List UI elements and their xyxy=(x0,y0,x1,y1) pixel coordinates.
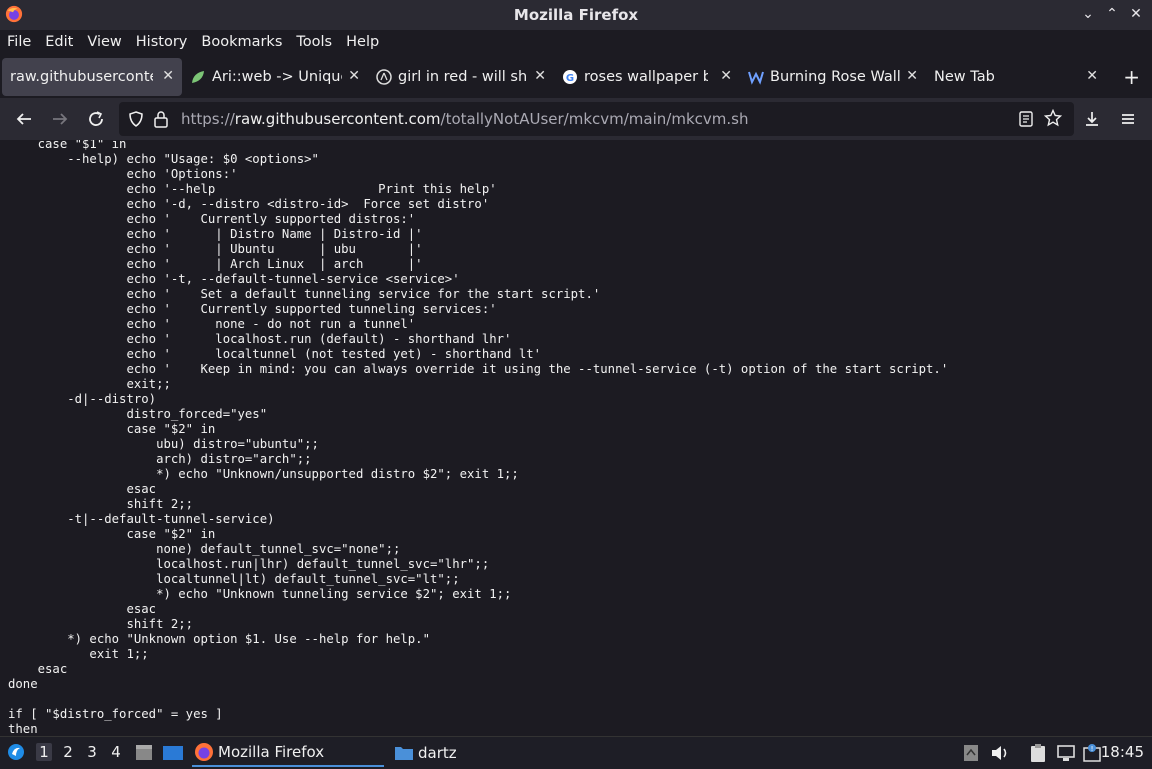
close-icon[interactable]: ✕ xyxy=(1128,5,1144,23)
tab-new-tab[interactable]: New Tab ✕ xyxy=(926,58,1106,96)
close-tab-icon[interactable]: ✕ xyxy=(1086,68,1098,84)
hamburger-menu-icon[interactable] xyxy=(1118,109,1138,129)
maximize-icon[interactable]: ⌃ xyxy=(1104,5,1120,23)
tab-burning-rose[interactable]: Burning Rose Wallp ✕ xyxy=(740,58,926,96)
tab-label: New Tab xyxy=(934,69,995,85)
leaf-favicon-icon xyxy=(192,71,204,83)
shield-icon[interactable] xyxy=(127,110,145,132)
close-tab-icon[interactable]: ✕ xyxy=(720,68,732,84)
wallpaper-favicon-icon xyxy=(748,71,764,85)
menu-file[interactable]: File xyxy=(0,34,38,50)
tab-label: Burning Rose Wallp xyxy=(770,69,900,85)
workspace-2[interactable]: 2 xyxy=(60,743,76,761)
circle-favicon-icon xyxy=(376,69,392,85)
workspace-4[interactable]: 4 xyxy=(108,743,124,761)
file-manager-launcher-icon[interactable] xyxy=(134,743,154,767)
menu-history[interactable]: History xyxy=(129,34,195,50)
tab-label: roses wallpaper bu xyxy=(584,69,708,85)
close-tab-icon[interactable]: ✕ xyxy=(534,68,546,84)
close-tab-icon[interactable]: ✕ xyxy=(348,68,360,84)
minimize-icon[interactable]: ⌄ xyxy=(1080,5,1096,23)
lock-icon[interactable] xyxy=(153,110,169,132)
network-icon[interactable] xyxy=(1056,743,1076,763)
svg-text:G: G xyxy=(566,73,574,84)
address-bar[interactable]: https://raw.githubusercontent.com/totall… xyxy=(119,102,1074,136)
taskbar-item-dartz[interactable]: dartz xyxy=(394,739,574,767)
reader-view-icon[interactable] xyxy=(1018,110,1034,132)
volume-icon[interactable] xyxy=(990,743,1010,763)
reload-icon[interactable] xyxy=(86,109,106,129)
window-titlebar: Mozilla Firefox ⌄ ⌃ ✕ xyxy=(0,0,1152,30)
start-menu-icon[interactable] xyxy=(6,742,26,766)
window-title: Mozilla Firefox xyxy=(513,6,639,24)
url-prefix: https:// xyxy=(181,110,235,128)
navigation-toolbar: https://raw.githubusercontent.com/totall… xyxy=(0,98,1152,140)
close-tab-icon[interactable]: ✕ xyxy=(162,68,174,84)
firefox-icon xyxy=(195,743,213,761)
page-content: case "$1" in --help) echo "Usage: $0 <op… xyxy=(0,140,1152,736)
downloads-icon[interactable] xyxy=(1082,109,1102,129)
close-tab-icon[interactable]: ✕ xyxy=(906,68,918,84)
tab-ari-web[interactable]: Ari::web -> Unique ✕ xyxy=(182,58,368,96)
taskbar-item-firefox[interactable]: Mozilla Firefox xyxy=(192,739,384,767)
menu-edit[interactable]: Edit xyxy=(38,34,80,50)
forward-arrow-icon[interactable] xyxy=(50,109,70,129)
tab-label: raw.githubusercontent.com xyxy=(10,69,153,85)
bookmark-star-icon[interactable] xyxy=(1043,108,1063,131)
taskbar-item-label: Mozilla Firefox xyxy=(218,743,325,761)
back-arrow-icon[interactable] xyxy=(14,109,34,129)
show-desktop-icon[interactable] xyxy=(162,743,184,767)
tab-raw-githubusercontent[interactable]: raw.githubusercontent.com ✕ xyxy=(2,58,182,96)
svg-text:!: ! xyxy=(1091,745,1094,753)
taskbar-item-label: dartz xyxy=(418,744,457,762)
tab-roses-wallpaper[interactable]: G roses wallpaper bu ✕ xyxy=(554,58,740,96)
clock: 18:45 xyxy=(1100,743,1144,761)
menu-tools[interactable]: Tools xyxy=(289,34,339,50)
workspace-3[interactable]: 3 xyxy=(84,743,100,761)
menu-help[interactable]: Help xyxy=(339,34,386,50)
folder-icon xyxy=(395,747,413,760)
tab-label: Ari::web -> Unique xyxy=(212,69,342,85)
script-source-text: case "$1" in --help) echo "Usage: $0 <op… xyxy=(8,140,949,736)
tab-label: girl in red - will she xyxy=(398,69,526,85)
notification-icon[interactable]: ! xyxy=(1082,743,1102,763)
firefox-icon xyxy=(5,5,23,23)
workspace-1[interactable]: 1 xyxy=(36,743,52,761)
menu-bookmarks[interactable]: Bookmarks xyxy=(194,34,289,50)
new-tab-plus-icon[interactable]: + xyxy=(1123,65,1140,89)
tab-girl-in-red[interactable]: girl in red - will she ✕ xyxy=(368,58,554,96)
url-text[interactable]: https://raw.githubusercontent.com/totall… xyxy=(181,110,748,128)
menu-bar: File Edit View History Bookmarks Tools H… xyxy=(0,30,1152,54)
url-domain: raw.githubusercontent.com xyxy=(234,110,441,128)
tray-up-arrow-icon[interactable] xyxy=(962,743,982,763)
google-favicon-icon: G xyxy=(563,70,577,84)
taskbar: 1 2 3 4 Mozilla Firefox dartz ! 18:45 xyxy=(0,736,1152,769)
menu-view[interactable]: View xyxy=(80,34,128,50)
clipboard-icon[interactable] xyxy=(1028,743,1048,763)
tab-strip: raw.githubusercontent.com ✕ Ari::web -> … xyxy=(0,56,1152,98)
url-path: /totallyNotAUser/mkcvm/main/mkcvm.sh xyxy=(440,110,749,128)
